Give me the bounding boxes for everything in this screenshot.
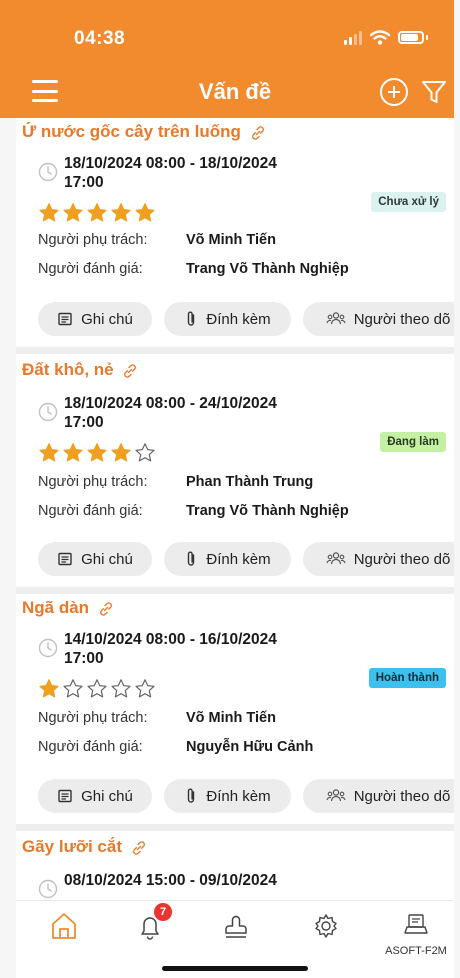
note-icon [58,312,72,326]
clock-icon [38,402,58,422]
issue-card[interactable]: Ứ nước gốc cây trên luống 18/10/2024 08:… [16,118,454,354]
note-icon [58,789,72,803]
note-button[interactable]: Ghi chú [38,779,152,813]
card-actions: Ghi chú Đính kèm Người theo dõ [38,779,454,813]
card-divider [16,824,454,831]
filter-icon[interactable] [420,78,448,106]
people-icon [326,552,346,565]
wifi-icon [370,30,390,45]
signal-icon [344,30,362,45]
app-header: 04:38 Vấn đề [16,0,454,118]
issue-title: Ngã dàn [22,598,114,618]
star-empty-icon [111,679,131,698]
link-icon [132,840,145,855]
reviewer-name: Trang Võ Thành Nghiệp [186,503,349,519]
home-icon[interactable] [44,909,84,943]
notifications-tab[interactable]: 7 [130,903,172,943]
reviewer-name: Trang Võ Thành Nghiệp [186,261,349,277]
star-filled-icon [63,203,83,222]
star-filled-icon [111,443,131,462]
link-icon [124,363,137,378]
rating-stars [38,678,156,700]
star-filled-icon [87,443,107,462]
star-filled-icon [135,203,155,222]
card-actions: Ghi chú Đính kèm Người theo dõ [38,542,454,576]
note-button[interactable]: Ghi chú [38,302,152,336]
status-badge: Đang làm [380,432,446,452]
pos-terminal-icon [404,914,428,934]
reviewer-label: Người đánh giá: [38,739,143,755]
people-icon [326,312,346,325]
link-icon [251,125,264,140]
card-divider [16,587,454,594]
attachment-button[interactable]: Đính kèm [164,302,291,336]
card-divider [16,347,454,354]
star-empty-icon [135,443,155,462]
status-time: 04:38 [74,28,126,49]
star-filled-icon [39,443,59,462]
assignee-label: Người phụ trách: [38,232,148,248]
issue-title: Ứ nước gốc cây trên luống [22,122,266,142]
add-issue-button[interactable] [380,78,408,106]
followers-button[interactable]: Người theo dõ [303,542,454,576]
reviewer-label: Người đánh giá: [38,261,143,277]
stamp-icon[interactable] [216,909,256,943]
attachment-button[interactable]: Đính kèm [164,779,291,813]
star-filled-icon [87,203,107,222]
paperclip-icon [188,551,195,566]
note-button[interactable]: Ghi chú [38,542,152,576]
issue-title: Gãy lưỡi cắt [22,837,147,857]
card-actions: Ghi chú Đính kèm Người theo dõ [38,302,454,336]
assignee-name: Võ Minh Tiến [186,232,276,248]
background-left-edge [0,0,16,978]
issue-date-range: 18/10/2024 08:00 - 24/10/2024 17:00 [64,395,277,431]
attachment-button[interactable]: Đính kèm [164,542,291,576]
settings-gear-icon[interactable] [306,909,346,943]
phone-screen: 04:38 Vấn đề Ứ nước gốc cây trên luống 1… [16,0,454,978]
issue-date-range: 14/10/2024 08:00 - 16/10/2024 17:00 [64,631,277,667]
battery-icon [398,31,424,44]
link-icon [99,601,112,616]
reviewer-label: Người đánh giá: [38,503,143,519]
issue-card[interactable]: Gãy lưỡi cắt 08/10/2024 15:00 - 09/10/20… [16,831,454,911]
home-indicator [162,966,308,971]
clock-icon [38,162,58,182]
rating-stars [38,202,156,224]
status-icons [344,30,428,45]
reviewer-name: Nguyễn Hữu Cảnh [186,739,314,755]
clock-icon [38,638,58,658]
assignee-name: Phan Thành Trung [186,474,314,490]
status-badge: Hoàn thành [368,668,446,688]
issue-date-range: 18/10/2024 08:00 - 18/10/2024 17:00 [64,155,277,191]
clock-icon [38,879,58,899]
star-filled-icon [39,203,59,222]
followers-button[interactable]: Người theo dõ [303,779,454,813]
assignee-label: Người phụ trách: [38,474,148,490]
star-filled-icon [63,443,83,462]
followers-button[interactable]: Người theo dõ [303,302,454,336]
assignee-label: Người phụ trách: [38,710,148,726]
note-icon [58,552,72,566]
background-right-edge [454,0,460,978]
assignee-name: Võ Minh Tiến [186,710,276,726]
issue-card[interactable]: Ngã dàn 14/10/2024 08:00 - 16/10/2024 17:… [16,594,454,831]
account-tab[interactable]: ASOFT-F2M [385,909,447,957]
people-icon [326,789,346,802]
issue-date-range: 08/10/2024 15:00 - 09/10/2024 [64,872,277,889]
star-filled-icon [111,203,131,222]
status-badge: Chưa xử lý [371,192,446,212]
account-label: ASOFT-F2M [385,945,447,957]
star-empty-icon [87,679,107,698]
issue-card[interactable]: Đất khô, nẻ 18/10/2024 08:00 - 24/10/202… [16,354,454,594]
issue-list: Ứ nước gốc cây trên luống 18/10/2024 08:… [16,118,454,911]
star-filled-icon [39,679,59,698]
paperclip-icon [188,311,195,326]
notification-badge: 7 [154,903,172,921]
star-empty-icon [63,679,83,698]
star-empty-icon [135,679,155,698]
issue-title: Đất khô, nẻ [22,360,138,380]
rating-stars [38,442,156,464]
paperclip-icon [188,788,195,803]
